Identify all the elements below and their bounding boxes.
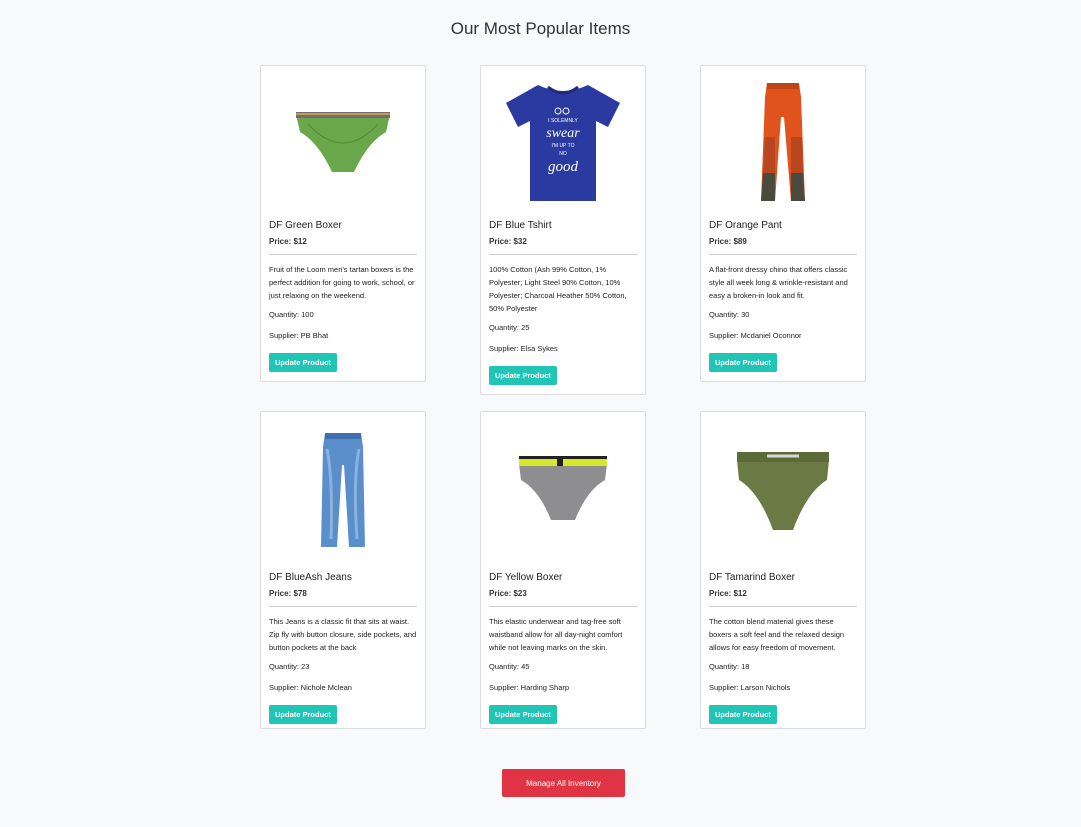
product-price: Price: $12 [709, 589, 747, 598]
product-name: DF Yellow Boxer [489, 572, 563, 583]
update-product-button[interactable]: Update Product [709, 705, 777, 724]
page-title: Our Most Popular Items [450, 19, 631, 38]
product-image [261, 412, 425, 564]
product-quantity: Quantity: 25 [489, 323, 530, 332]
product-supplier: Supplier: Nichole Mclean [269, 683, 352, 692]
product-price: Price: $12 [269, 237, 307, 246]
product-quantity: Quantity: 18 [709, 662, 750, 671]
product-image [701, 412, 865, 564]
product-image [701, 66, 865, 212]
green-briefs-icon [296, 112, 390, 172]
divider [269, 254, 417, 255]
product-description: This Jeans is a classic fit that sits at… [269, 617, 417, 652]
product-name: DF Blue Tshirt [489, 220, 552, 231]
tshirt-print-line3: I'M UP TO [552, 143, 575, 149]
product-card: DF BlueAsh Jeans Price: $78 This Jeans i… [260, 411, 426, 729]
product-card: DF Tamarind Boxer Price: $12 The cotton … [700, 411, 866, 729]
product-description: Fruit of the Loom men's tartan boxers is… [269, 265, 415, 300]
product-description: A flat-front dressy chino that offers cl… [709, 265, 848, 300]
product-card: DF Orange Pant Price: $89 A flat-front d… [700, 65, 866, 382]
product-image [261, 66, 425, 212]
product-supplier: Supplier: Elsa Sykes [489, 344, 558, 353]
product-name: DF Orange Pant [709, 220, 782, 231]
product-name: DF Green Boxer [269, 220, 342, 231]
product-name: DF Tamarind Boxer [709, 572, 795, 583]
product-price: Price: $23 [489, 589, 527, 598]
product-price: Price: $89 [709, 237, 747, 246]
product-price: Price: $78 [269, 589, 307, 598]
tshirt-print-line1: I SOLEMNLY [548, 118, 578, 124]
product-quantity: Quantity: 45 [489, 662, 530, 671]
tshirt-print-line2: swear [546, 126, 580, 141]
update-product-button[interactable]: Update Product [489, 705, 557, 724]
olive-briefs-icon [737, 452, 829, 530]
divider [269, 606, 417, 607]
manage-all-inventory-button[interactable]: Manage All Inventory [502, 769, 625, 797]
product-description: 100% Cotton (Ash 99% Cotton, 1% Polyeste… [489, 265, 627, 313]
update-product-button[interactable]: Update Product [269, 705, 337, 724]
orange-pants-icon [761, 83, 805, 201]
product-image [481, 412, 645, 564]
product-card: DF Green Boxer Price: $12 Fruit of the L… [260, 65, 426, 382]
divider [489, 606, 637, 607]
product-price: Price: $32 [489, 237, 527, 246]
divider [489, 254, 637, 255]
update-product-button[interactable]: Update Product [489, 366, 557, 385]
product-name: DF BlueAsh Jeans [269, 572, 352, 583]
blue-tshirt-icon: I SOLEMNLY swear I'M UP TO NO good [506, 85, 620, 201]
blue-jeans-icon [321, 433, 365, 547]
product-card: I SOLEMNLY swear I'M UP TO NO good DF Bl… [480, 65, 646, 395]
product-quantity: Quantity: 30 [709, 310, 750, 319]
tshirt-print-line5: good [548, 159, 579, 175]
update-product-button[interactable]: Update Product [269, 353, 337, 372]
product-quantity: Quantity: 100 [269, 310, 314, 319]
product-supplier: Supplier: Harding Sharp [489, 683, 570, 692]
tshirt-print-line4: NO [559, 151, 567, 157]
grey-yellow-briefs-icon [519, 456, 607, 520]
product-quantity: Quantity: 23 [269, 662, 310, 671]
product-supplier: Supplier: Mcdaniel Oconnor [709, 331, 802, 340]
product-description: The cotton blend material gives these bo… [709, 617, 845, 652]
product-supplier: Supplier: Larson Nichols [709, 683, 791, 692]
product-description: This elastic underwear and tag-free soft… [489, 617, 623, 652]
product-image: I SOLEMNLY swear I'M UP TO NO good [481, 66, 645, 212]
product-card: DF Yellow Boxer Price: $23 This elastic … [480, 411, 646, 729]
update-product-button[interactable]: Update Product [709, 353, 777, 372]
divider [709, 606, 857, 607]
divider [709, 254, 857, 255]
product-supplier: Supplier: PB Bhat [269, 331, 329, 340]
